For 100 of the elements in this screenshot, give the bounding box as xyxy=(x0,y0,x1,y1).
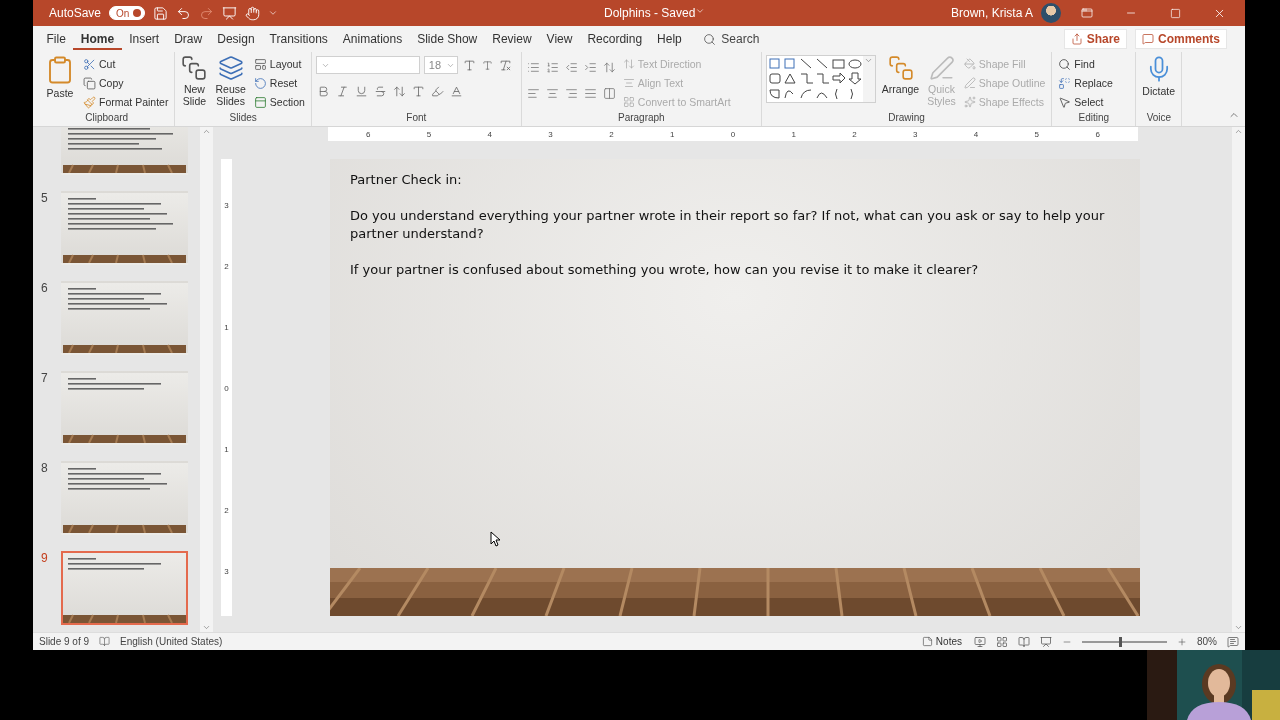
presentation-icon[interactable] xyxy=(222,5,238,21)
ribbon-tab[interactable]: Slide Show xyxy=(409,28,485,50)
search-icon xyxy=(1058,57,1072,71)
paste-button[interactable]: Paste xyxy=(43,55,77,112)
search-icon xyxy=(703,32,717,46)
scrollbar[interactable] xyxy=(1232,127,1245,632)
italic-icon xyxy=(335,84,349,98)
select-button[interactable]: Select xyxy=(1056,93,1115,111)
format-painter-button[interactable]: Format Painter xyxy=(81,93,171,111)
share-button[interactable]: Share xyxy=(1063,29,1127,49)
autosave-label: AutoSave xyxy=(49,6,102,20)
slide-paragraph: Do you understand everything your partner wrote in their report so far? If not, what can you ask or say to help your partner understand? xyxy=(350,207,1106,243)
arrange-button[interactable]: Arrange xyxy=(879,55,922,112)
autosave-toggle[interactable]: On xyxy=(109,6,146,20)
copy-button[interactable]: Copy xyxy=(81,74,171,92)
increase-indent-icon xyxy=(583,60,597,74)
horizontal-ruler: 6 5 4 3 2 1 0 1 2 3 4 5 6 xyxy=(328,127,1138,141)
touch-mode-icon[interactable] xyxy=(245,5,261,21)
command-icon xyxy=(963,77,976,89)
ribbon-tab[interactable]: Recording xyxy=(579,28,650,50)
undo-icon[interactable] xyxy=(176,5,192,21)
group-label: Font xyxy=(405,112,428,125)
new-slide-button[interactable]: New Slide xyxy=(179,55,210,112)
reading-view-icon[interactable] xyxy=(1018,635,1030,648)
shrink-font-icon xyxy=(481,59,493,71)
layout-button[interactable]: Layout xyxy=(251,55,307,73)
scissors-icon xyxy=(83,57,96,71)
slide-number: 9 xyxy=(41,551,49,565)
ribbon-tab[interactable]: Help xyxy=(649,28,690,50)
replace-button[interactable]: Replace xyxy=(1056,74,1115,92)
section-button[interactable]: Section xyxy=(251,93,307,111)
group-label: Editing xyxy=(1077,112,1111,125)
ribbon-tab[interactable]: Review xyxy=(484,28,540,50)
notes-icon xyxy=(921,636,933,647)
scroll-up-icon xyxy=(1234,127,1243,136)
customize-icon[interactable] xyxy=(268,8,279,18)
columns-icon xyxy=(602,86,616,100)
paintbrush-icon xyxy=(83,95,96,109)
slide[interactable] xyxy=(330,159,1140,616)
bullets-icon xyxy=(526,60,540,74)
notes-button[interactable]: Notes xyxy=(919,632,964,651)
ribbon-tab[interactable]: Home xyxy=(73,28,122,50)
scrollbar[interactable] xyxy=(200,127,213,632)
spelling-icon[interactable] xyxy=(99,636,111,647)
command-icon xyxy=(622,96,635,108)
reset-button[interactable]: Reset xyxy=(251,74,307,92)
normal-view-icon[interactable] xyxy=(974,635,986,648)
language-label[interactable]: English (United States) xyxy=(120,636,223,647)
underline-icon xyxy=(354,84,368,98)
scroll-up-icon xyxy=(202,127,211,136)
section-icon xyxy=(253,95,267,109)
ribbon-tab[interactable]: View xyxy=(539,28,580,50)
command-icon xyxy=(622,77,635,89)
reuse-slides-button[interactable]: Reuse Slides xyxy=(213,55,248,112)
slides-icon xyxy=(217,55,244,81)
window-icon xyxy=(1081,7,1093,19)
search-field[interactable]: Search xyxy=(697,31,766,47)
zoom-in-icon[interactable] xyxy=(1177,636,1187,647)
comment-icon xyxy=(1142,33,1154,45)
cut-button[interactable]: Cut xyxy=(81,55,171,73)
line-spacing-icon xyxy=(602,60,616,74)
align-right-icon xyxy=(564,86,578,100)
command-icon xyxy=(963,58,976,70)
user-name[interactable]: Brown, Krista A xyxy=(950,6,1033,20)
redo-icon[interactable] xyxy=(199,5,215,21)
justify-icon xyxy=(583,86,597,100)
highlighter-button[interactable] xyxy=(429,83,445,99)
ribbon-tab[interactable]: Animations xyxy=(335,28,410,50)
ribbon-tab[interactable]: File xyxy=(39,28,74,50)
comments-button[interactable]: Comments xyxy=(1135,29,1227,49)
font-name-field[interactable] xyxy=(315,56,420,74)
find-button[interactable]: Find xyxy=(1056,55,1115,73)
slider-thumb[interactable] xyxy=(1119,636,1123,647)
slideshow-icon[interactable] xyxy=(1040,635,1052,648)
avatar[interactable] xyxy=(1041,3,1061,23)
zoom-level[interactable]: 80% xyxy=(1197,636,1217,647)
arrange-icon xyxy=(887,55,914,81)
shapes-gallery[interactable] xyxy=(765,55,876,103)
spacing-icon xyxy=(392,84,406,98)
ribbon-tab[interactable]: Draw xyxy=(166,28,210,50)
document-title[interactable]: Dolphins - Saved xyxy=(604,6,696,20)
shrink-font-button[interactable] xyxy=(480,58,494,72)
dictate-button[interactable]: Dictate xyxy=(1140,55,1178,112)
slide-number: 5 xyxy=(41,191,49,205)
slide-paragraph: If your partner is confused about something you wrote, how can you revise it to make it clearer? xyxy=(350,261,980,279)
numbering-icon xyxy=(545,60,559,74)
ribbon-tab[interactable]: Insert xyxy=(121,28,167,50)
font-size-field[interactable]: 18 xyxy=(423,56,458,74)
slide-sorter-icon[interactable] xyxy=(996,635,1008,648)
slide-number: 8 xyxy=(41,461,49,475)
command-icon xyxy=(963,96,976,108)
save-icon[interactable] xyxy=(153,5,169,21)
share-icon xyxy=(1070,33,1083,45)
ribbon-tab[interactable]: Transitions xyxy=(262,28,336,50)
ribbon-tab[interactable]: Design xyxy=(209,28,263,50)
change-case-icon xyxy=(411,84,425,98)
copy-icon xyxy=(83,76,96,90)
columns-button[interactable] xyxy=(601,85,617,101)
slide-icon xyxy=(181,55,208,81)
strikethrough-icon xyxy=(373,84,387,98)
